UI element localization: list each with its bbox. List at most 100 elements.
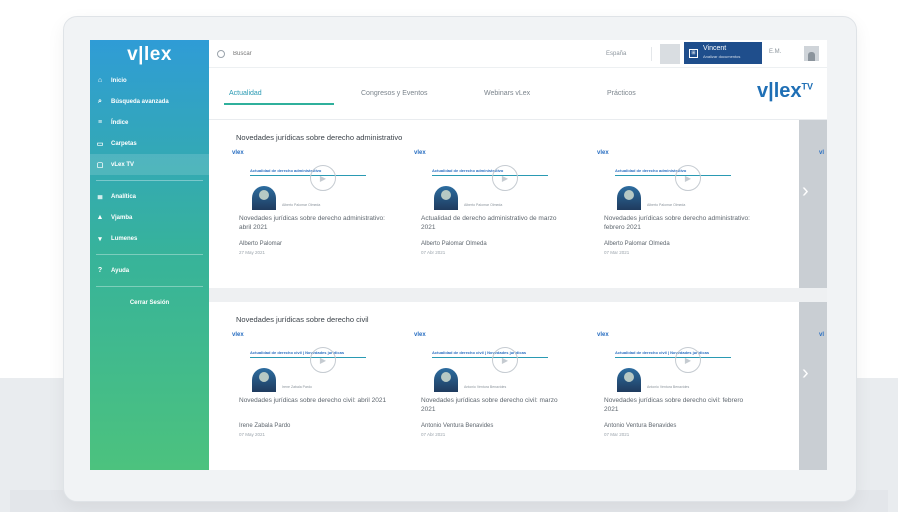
speaker-caption: Antonio Ventura Benavides <box>647 385 690 389</box>
speaker-caption: Antonio Ventura Benavides <box>464 385 507 389</box>
folder-icon: ▭ <box>96 140 104 148</box>
play-icon[interactable]: ▶ <box>492 347 518 373</box>
index-icon: ≡ <box>97 119 103 126</box>
tab-webinars[interactable]: Webinars vLex <box>484 90 530 97</box>
video-card[interactable]: vlex Actualidad de derecho administrativ… <box>404 150 579 290</box>
speaker-photo <box>617 368 641 392</box>
card-title[interactable]: Novedades jurídicas sobre derecho admini… <box>239 214 389 232</box>
speaker-photo <box>617 186 641 210</box>
user-initials[interactable]: E.M. <box>769 49 781 55</box>
user-avatar[interactable] <box>804 46 819 61</box>
sidebar-item-label: Búsqueda avanzada <box>111 98 169 105</box>
tab-practicos[interactable]: Prácticos <box>607 90 636 97</box>
sidebar-divider <box>96 254 203 255</box>
card-title[interactable]: Novedades jurídicas sobre derecho civil:… <box>604 396 754 414</box>
vlex-logo[interactable]: v|lex <box>90 40 209 70</box>
tab-actualidad[interactable]: Actualidad <box>229 90 262 97</box>
video-card[interactable]: vlex Actualidad de derecho administrativ… <box>222 150 397 290</box>
tab-congresos[interactable]: Congresos y Eventos <box>361 90 428 97</box>
logout-button[interactable]: Cerrar Sesión <box>90 292 209 313</box>
sidebar-item-vlextv[interactable]: ▢ vLex TV <box>90 154 209 175</box>
active-tab-indicator <box>224 103 334 105</box>
speaker-caption: Irene Zabala Pardo <box>282 385 312 389</box>
play-icon[interactable]: ▶ <box>675 165 701 191</box>
card-title[interactable]: Novedades jurídicas sobre derecho civil:… <box>421 396 571 414</box>
card-author: Alberto Palomar <box>239 241 283 247</box>
play-icon[interactable]: ▶ <box>310 347 336 373</box>
card-date: 07 Abr 2021 <box>421 432 446 437</box>
card-divider <box>615 175 731 176</box>
sidebar-item-busqueda[interactable]: ⌕ Búsqueda avanzada <box>90 91 209 112</box>
sidebar-item-inicio[interactable]: ⌂ Inicio <box>90 70 209 91</box>
help-icon: ? <box>97 267 103 274</box>
sidebar-divider <box>96 286 203 287</box>
toolbar-button[interactable] <box>660 44 680 64</box>
sidebar-item-vjamba[interactable]: ▲ Vjamba <box>90 207 209 228</box>
card-title[interactable]: Actualidad de derecho administrativo de … <box>421 214 571 232</box>
speaker-caption: Alberto Palomar Olmeda <box>464 203 503 207</box>
tv-icon: ▢ <box>96 161 104 169</box>
card-divider <box>615 357 731 358</box>
speaker-caption: Alberto Palomar Olmeda <box>282 203 321 207</box>
sidebar-item-label: Carpetas <box>111 140 137 147</box>
card-brand: vl <box>819 150 825 156</box>
vincent-button[interactable]: ⊞ Vincent Analizar documentos <box>684 42 762 64</box>
top-bar: España ⊞ Vincent Analizar documentos E.M… <box>209 40 827 68</box>
card-author: Antonio Ventura Benavides <box>421 423 494 429</box>
vlex-tv-logo-text: v|lex <box>757 80 802 102</box>
speaker-caption: Alberto Palomar Olmeda <box>647 203 686 207</box>
sidebar-item-lumenes[interactable]: ▾ Lumenes <box>90 228 209 249</box>
card-brand: vlex <box>597 150 609 156</box>
search-icon: ⌕ <box>98 97 102 105</box>
video-card[interactable]: vlex Actualidad de derecho civil | Noved… <box>222 332 397 470</box>
vincent-label: Vincent <box>703 45 727 52</box>
card-divider <box>250 175 366 176</box>
sidebar-item-analitica[interactable]: ≣ Analítica <box>90 186 209 207</box>
app-screen: v|lex ⌂ Inicio ⌕ Búsqueda avanzada ≡ Índ… <box>90 40 827 470</box>
card-brand: vlex <box>232 332 244 338</box>
carousel-next-button[interactable]: vl › <box>799 120 827 288</box>
video-card[interactable]: vlex Actualidad de derecho civil | Noved… <box>587 332 762 470</box>
play-icon[interactable]: ▶ <box>492 165 518 191</box>
sidebar-item-ayuda[interactable]: ? Ayuda <box>90 260 209 281</box>
speaker-photo <box>252 368 276 392</box>
card-author: Alberto Palomar Olmeda <box>421 241 487 247</box>
vincent-icon: ⊞ <box>689 48 698 58</box>
card-date: 07 Mar 2021 <box>604 432 630 437</box>
sidebar-item-label: Inicio <box>111 77 127 84</box>
video-section: Novedades jurídicas sobre derecho civil … <box>209 302 799 470</box>
video-card[interactable]: vlex Actualidad de derecho administrativ… <box>587 150 762 290</box>
user-icon <box>808 52 815 61</box>
search-input[interactable] <box>233 50 583 57</box>
card-brand: vlex <box>414 150 426 156</box>
card-brand: vlex <box>597 332 609 338</box>
card-title[interactable]: Novedades jurídicas sobre derecho civil:… <box>239 396 389 405</box>
carousel-next-button[interactable]: vl › <box>799 302 827 470</box>
card-author: Alberto Palomar Olmeda <box>604 241 670 247</box>
video-section: Novedades jurídicas sobre derecho admini… <box>209 120 799 288</box>
card-date: 27 May 2021 <box>239 250 266 255</box>
content-area: Novedades jurídicas sobre derecho admini… <box>209 120 827 470</box>
card-date: 07 May 2021 <box>239 432 266 437</box>
sidebar-item-label: Lumenes <box>111 235 138 242</box>
pin-icon: ▾ <box>98 235 102 243</box>
play-icon[interactable]: ▶ <box>675 347 701 373</box>
card-brand: vlex <box>414 332 426 338</box>
card-author: Irene Zabala Pardo <box>239 423 291 429</box>
section-title: Novedades jurídicas sobre derecho civil <box>236 315 369 324</box>
card-date: 07 Mar 2021 <box>604 250 630 255</box>
card-divider <box>250 357 366 358</box>
search-icon[interactable] <box>217 49 225 58</box>
speaker-photo <box>434 186 458 210</box>
sidebar-item-carpetas[interactable]: ▭ Carpetas <box>90 133 209 154</box>
card-brand: vlex <box>232 150 244 156</box>
sidebar-item-indice[interactable]: ≡ Índice <box>90 112 209 133</box>
video-card[interactable]: vlex Actualidad de derecho civil | Noved… <box>404 332 579 470</box>
sidebar: v|lex ⌂ Inicio ⌕ Búsqueda avanzada ≡ Índ… <box>90 40 209 470</box>
card-author: Antonio Ventura Benavides <box>604 423 677 429</box>
card-title[interactable]: Novedades jurídicas sobre derecho admini… <box>604 214 754 232</box>
language-selector[interactable]: España <box>602 47 652 61</box>
chevron-right-icon: › <box>802 362 809 384</box>
play-icon[interactable]: ▶ <box>310 165 336 191</box>
card-divider <box>432 175 548 176</box>
